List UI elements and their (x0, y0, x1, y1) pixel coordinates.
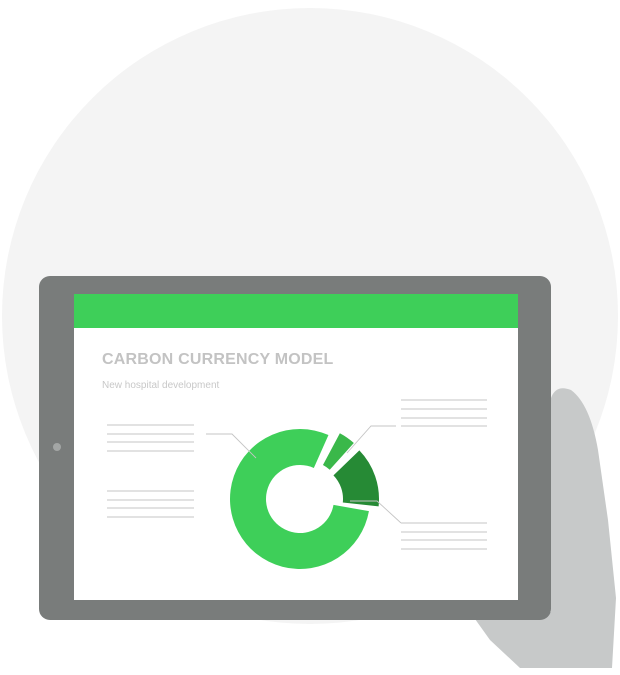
tablet-screen: CARBON CURRENCY MODEL New hospital devel… (74, 294, 518, 600)
donut-segments (230, 429, 380, 569)
donut-segment-medium (333, 450, 380, 507)
donut-chart (107, 399, 487, 569)
placeholder-lines-left-top (107, 424, 194, 452)
placeholder-lines-right-top (401, 399, 487, 427)
tablet-device: CARBON CURRENCY MODEL New hospital devel… (39, 276, 551, 620)
placeholder-lines-left-bottom (107, 490, 194, 518)
placeholder-lines-right-bottom (401, 522, 487, 550)
camera-icon (53, 443, 61, 451)
leader-line-small (346, 425, 396, 454)
